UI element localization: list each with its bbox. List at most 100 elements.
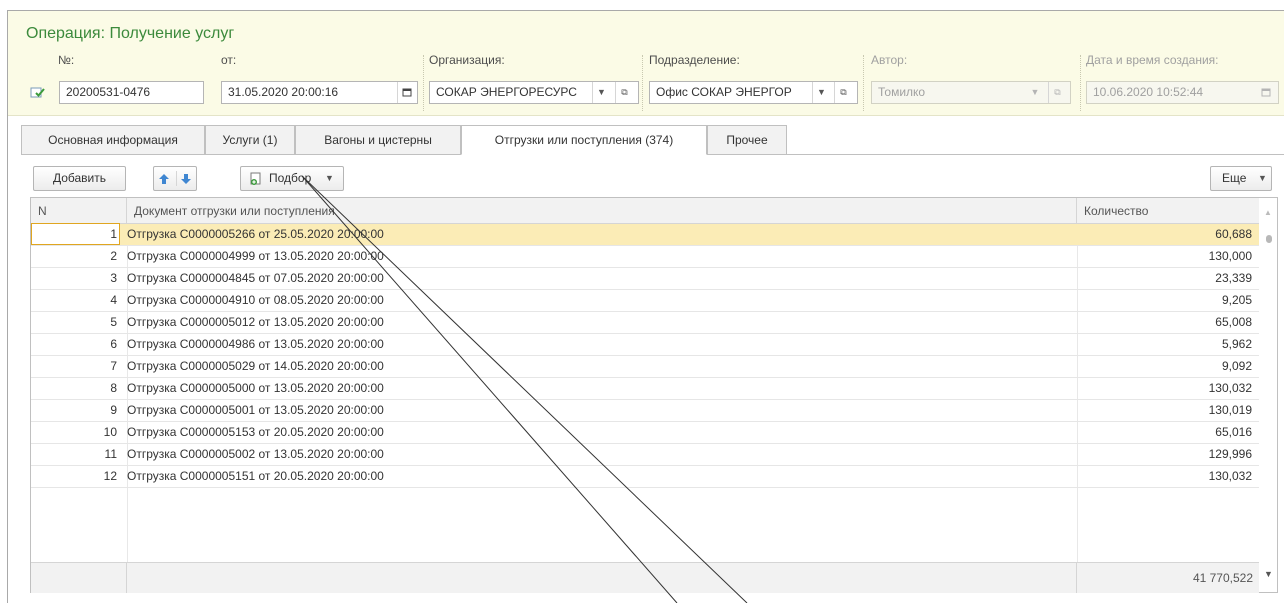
row-number: 2 <box>110 249 117 263</box>
pick-button[interactable]: Подбор ▼ <box>240 166 344 191</box>
field-separator <box>423 55 424 111</box>
row-number: 4 <box>110 293 117 307</box>
more-button[interactable]: Еще ▼ <box>1210 166 1272 191</box>
row-number: 12 <box>103 469 117 483</box>
chevron-down-icon[interactable]: ▼ <box>592 82 610 103</box>
row-document: Отгрузка С0000005002 от 13.05.2020 20:00… <box>127 447 384 461</box>
open-icon[interactable]: ⧉ <box>615 82 633 103</box>
tab-main-info[interactable]: Основная информация <box>21 125 205 155</box>
row-document: Отгрузка С0000005153 от 20.05.2020 20:00… <box>127 425 384 439</box>
row-quantity: 130,032 <box>1208 381 1252 395</box>
scroll-down-icon[interactable]: ▼ <box>1264 569 1273 579</box>
chevron-down-icon[interactable]: ▼ <box>812 82 830 103</box>
row-quantity: 60,688 <box>1215 227 1252 241</box>
table-row[interactable]: 3 Отгрузка С0000004845 от 07.05.2020 20:0… <box>31 268 1259 290</box>
move-down-button[interactable] <box>176 168 197 191</box>
column-header-document[interactable]: Документ отгрузки или поступления <box>127 198 1077 224</box>
date-label: от: <box>221 53 237 67</box>
row-document: Отгрузка С0000004910 от 08.05.2020 20:00… <box>127 293 384 307</box>
organization-label: Организация: <box>429 53 505 67</box>
department-field[interactable]: Офис СОКАР ЭНЕРГОР ▼ ⧉ <box>649 81 858 104</box>
move-up-button[interactable] <box>154 168 175 191</box>
more-button-label: Еще <box>1222 171 1247 185</box>
scroll-up-icon[interactable]: ▲ <box>1264 208 1272 217</box>
row-quantity: 65,008 <box>1215 315 1252 329</box>
arrow-up-icon <box>159 174 169 184</box>
table-row[interactable]: 12 Отгрузка С0000005151 от 20.05.2020 20:… <box>31 466 1259 488</box>
author-value: Томилко <box>878 85 926 99</box>
table-row[interactable]: 9 Отгрузка С0000005001 от 13.05.2020 20:0… <box>31 400 1259 422</box>
author-label: Автор: <box>871 53 908 67</box>
row-quantity: 130,000 <box>1208 249 1252 263</box>
arrow-down-icon <box>181 174 191 184</box>
number-label: №: <box>58 53 75 67</box>
row-quantity: 5,962 <box>1221 337 1252 351</box>
table-row[interactable]: 8 Отгрузка С0000005000 от 13.05.2020 20:0… <box>31 378 1259 400</box>
organization-value: СОКАР ЭНЕРГОРЕСУРС <box>436 85 577 99</box>
row-quantity: 23,339 <box>1215 271 1252 285</box>
table-row[interactable]: 5 Отгрузка С0000005012 от 13.05.2020 20:0… <box>31 312 1259 334</box>
tab-wagons[interactable]: Вагоны и цистерны <box>295 125 461 155</box>
table-header: N Документ отгрузки или поступления Коли… <box>31 198 1259 224</box>
table-row[interactable]: 7 Отгрузка С0000005029 от 14.05.2020 20:0… <box>31 356 1259 378</box>
row-quantity: 9,092 <box>1221 359 1252 373</box>
row-number: 5 <box>110 315 117 329</box>
table-row[interactable]: 2 Отгрузка С0000004999 от 13.05.2020 20:0… <box>31 246 1259 268</box>
row-number: 6 <box>110 337 117 351</box>
department-label: Подразделение: <box>649 53 740 67</box>
vertical-scrollbar[interactable]: ▲ ▼ <box>1259 198 1277 592</box>
field-separator <box>642 55 643 111</box>
created-field: 10.06.2020 10:52:44 <box>1086 81 1279 104</box>
chevron-down-icon: ▼ <box>1258 173 1267 183</box>
date-field[interactable]: 31.05.2020 20:00:16 <box>221 81 418 104</box>
row-number: 7 <box>110 359 117 373</box>
department-value: Офис СОКАР ЭНЕРГОР <box>656 85 792 99</box>
tab-services[interactable]: Услуги (1) <box>205 125 295 155</box>
shipments-table: N Документ отгрузки или поступления Коли… <box>30 197 1278 593</box>
footer-cell <box>127 563 1077 593</box>
table-row[interactable]: 4 Отгрузка С0000004910 от 08.05.2020 20:0… <box>31 290 1259 312</box>
table-row[interactable]: 6 Отгрузка С0000004986 от 13.05.2020 20:0… <box>31 334 1259 356</box>
row-quantity: 65,016 <box>1215 425 1252 439</box>
tab-shipments[interactable]: Отгрузки или поступления (374) <box>461 125 707 155</box>
number-field[interactable]: 20200531-0476 <box>59 81 204 104</box>
scroll-thumb[interactable] <box>1266 235 1272 243</box>
row-document: Отгрузка С0000005001 от 13.05.2020 20:00… <box>127 403 384 417</box>
organization-field[interactable]: СОКАР ЭНЕРГОРЕСУРС ▼ ⧉ <box>429 81 639 104</box>
row-document: Отгрузка С0000004999 от 13.05.2020 20:00… <box>127 249 384 263</box>
form-title: Операция: Получение услуг <box>26 25 235 42</box>
row-number: 11 <box>104 447 117 461</box>
field-separator <box>863 55 864 111</box>
column-header-n[interactable]: N <box>31 198 127 224</box>
row-document: Отгрузка С0000005000 от 13.05.2020 20:00… <box>127 381 384 395</box>
footer-cell <box>31 563 127 593</box>
calendar-icon[interactable] <box>397 82 415 103</box>
table-row[interactable]: 11 Отгрузка С0000005002 от 13.05.2020 20:… <box>31 444 1259 466</box>
operation-form: Операция: Получение услуг №: от: Организ… <box>7 10 1284 603</box>
chevron-down-icon: ▼ <box>325 173 334 183</box>
created-value: 10.06.2020 10:52:44 <box>1093 85 1204 99</box>
row-document: Отгрузка С0000005012 от 13.05.2020 20:00… <box>127 315 384 329</box>
quantity-total: 41 770,522 <box>1192 571 1253 585</box>
open-icon[interactable]: ⧉ <box>834 82 852 103</box>
created-label: Дата и время создания: <box>1086 53 1219 67</box>
author-field: Томилко ▼ ⧉ <box>871 81 1071 104</box>
column-header-quantity[interactable]: Количество <box>1077 198 1259 224</box>
row-number: 8 <box>110 381 117 395</box>
tab-other[interactable]: Прочее <box>707 125 787 155</box>
row-document: Отгрузка С0000004845 от 07.05.2020 20:00… <box>127 271 384 285</box>
field-separator <box>1080 55 1081 111</box>
add-button[interactable]: Добавить <box>33 166 126 191</box>
document-icon <box>30 87 45 98</box>
row-number: 1 <box>31 223 120 245</box>
pick-icon <box>250 172 261 185</box>
calendar-icon <box>1257 82 1275 103</box>
row-quantity: 9,205 <box>1221 293 1252 307</box>
row-quantity: 130,032 <box>1208 469 1252 483</box>
row-document: Отгрузка С0000005151 от 20.05.2020 20:00… <box>127 469 384 483</box>
table-row[interactable]: 10 Отгрузка С0000005153 от 20.05.2020 20:… <box>31 422 1259 444</box>
table-row[interactable]: 1 Отгрузка С0000005266 от 25.05.2020 20:0… <box>31 223 1259 246</box>
row-number: 9 <box>110 403 117 417</box>
move-buttons <box>153 166 197 191</box>
row-quantity: 129,996 <box>1208 447 1252 461</box>
